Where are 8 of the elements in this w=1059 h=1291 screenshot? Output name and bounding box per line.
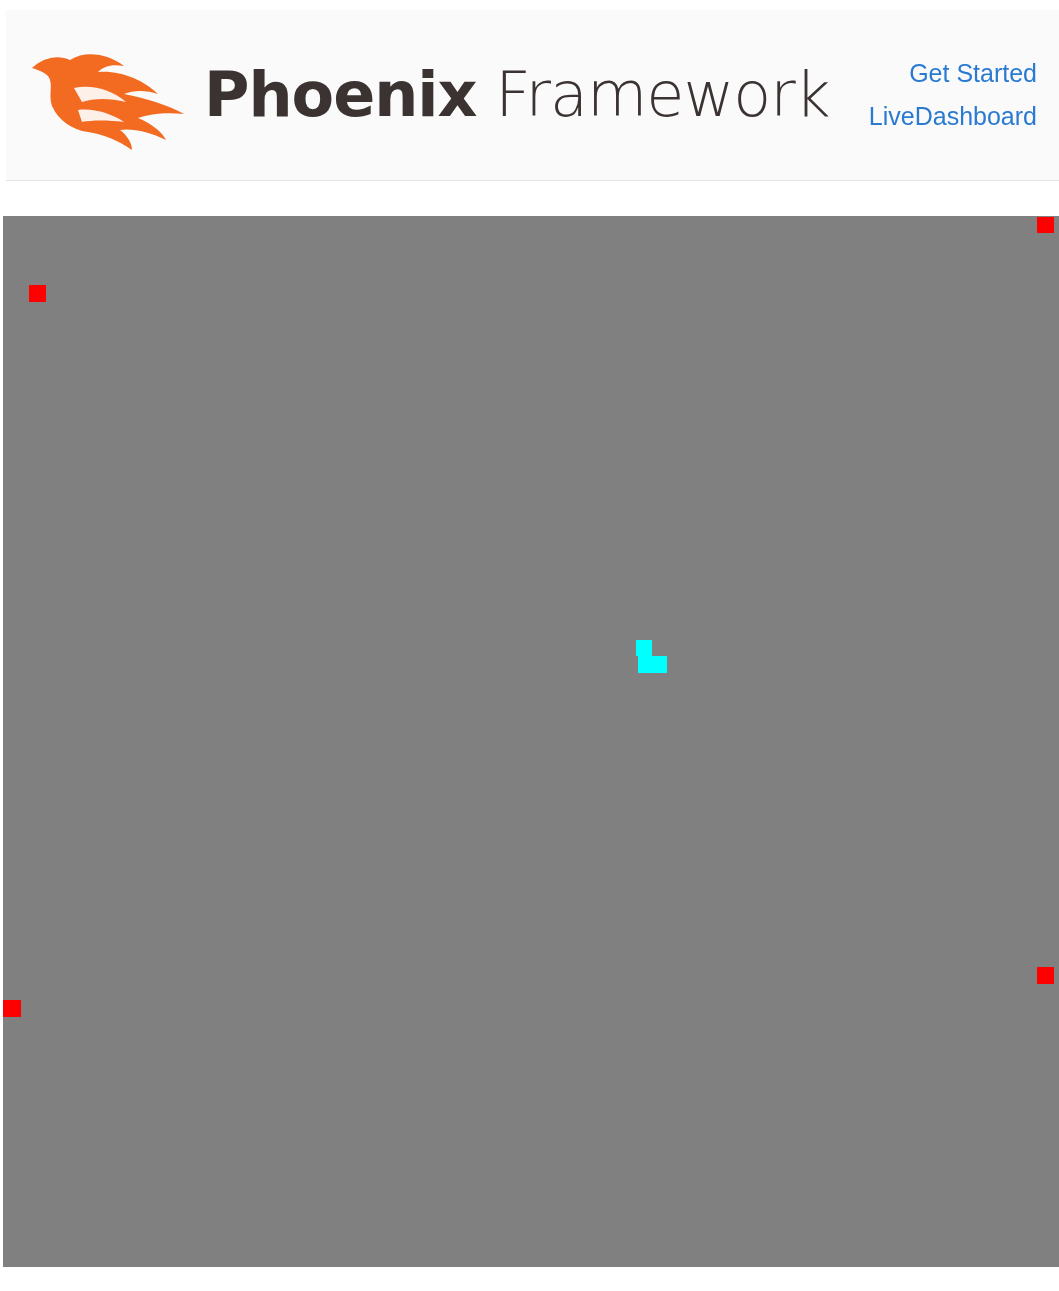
logo-wordmark: Phoenix Framework [204, 64, 830, 126]
food-pellet [29, 285, 46, 302]
snake [636, 640, 667, 673]
nav-link[interactable]: LiveDashboard [868, 101, 1037, 133]
food-pellet [1037, 967, 1054, 984]
nav-link[interactable]: Get Started [909, 57, 1037, 89]
food-pellet [1037, 217, 1054, 233]
food-pellet [3, 1000, 21, 1017]
